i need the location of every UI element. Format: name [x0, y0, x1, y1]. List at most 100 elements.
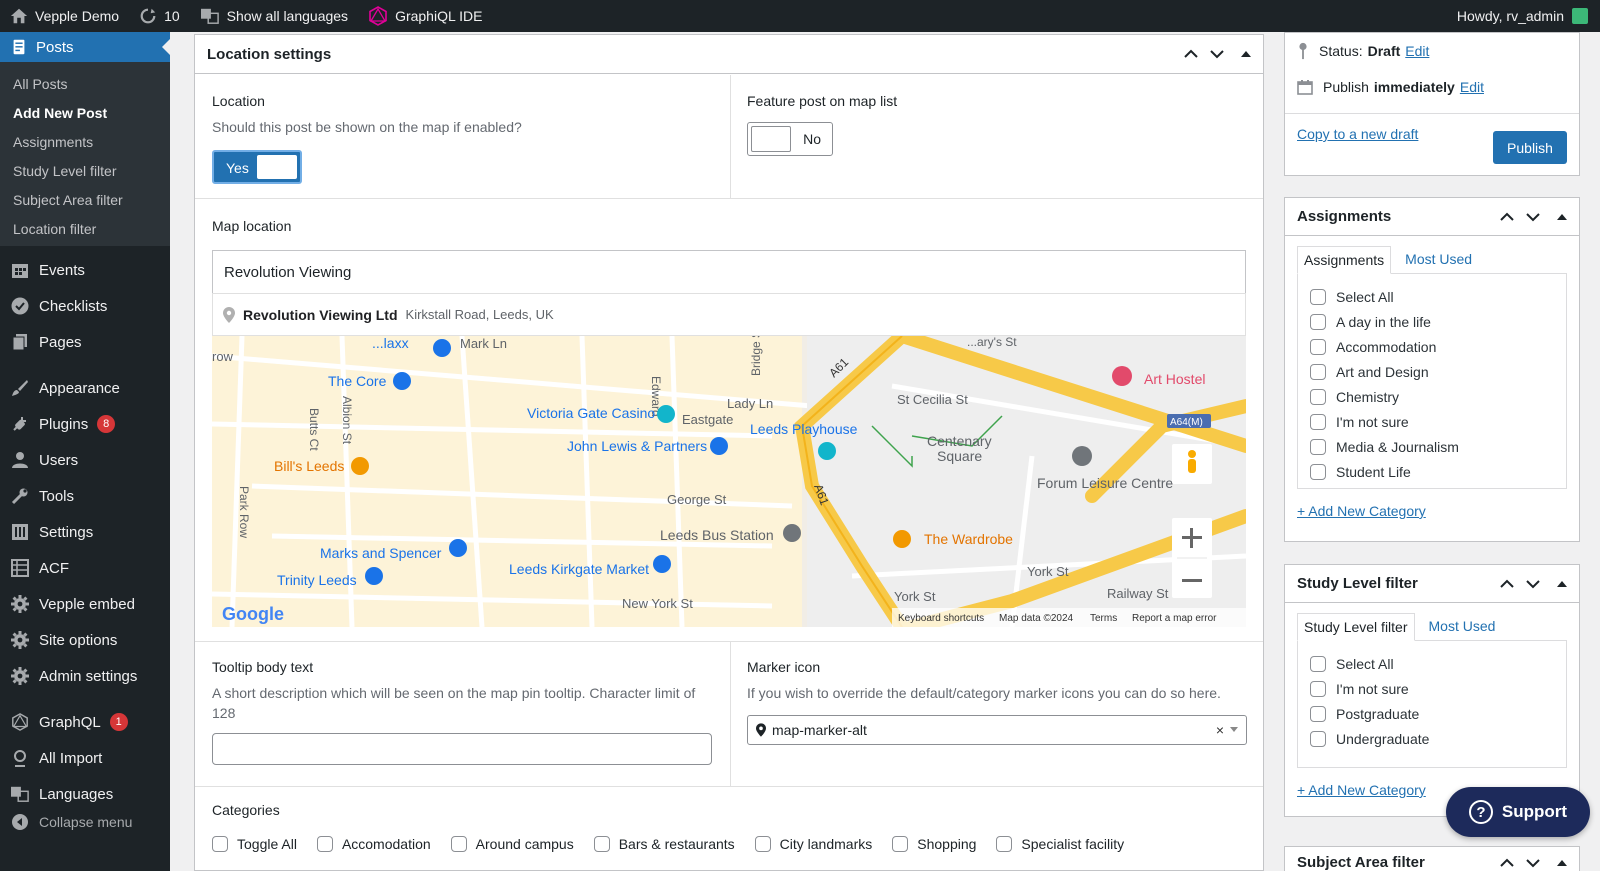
checkbox[interactable] — [450, 836, 467, 852]
category-checkbox-bars-restaurants[interactable]: Bars & restaurants — [593, 836, 735, 852]
sidebar-item-settings[interactable]: Settings — [0, 514, 170, 550]
sidebar-item-admin-settings[interactable]: Admin settings — [0, 658, 170, 694]
graphiql-ide-link[interactable]: GraphiQL IDE — [358, 0, 492, 32]
category-checkbox-accomodation[interactable]: Accomodation — [316, 836, 431, 852]
sidebar-item-posts[interactable]: Posts — [0, 32, 170, 62]
sidebar-item-users[interactable]: Users — [0, 442, 170, 478]
list-item[interactable]: Art and Design — [1310, 359, 1554, 384]
submenu-study-level-filter[interactable]: Study Level filter — [0, 157, 170, 186]
map-suggestion-item[interactable]: Revolution Viewing Ltd Kirkstall Road, L… — [212, 293, 1246, 336]
tab-study-level-most-used[interactable]: Most Used — [1415, 613, 1502, 641]
checkbox[interactable] — [1310, 288, 1326, 305]
list-item[interactable]: Select All — [1310, 284, 1554, 309]
sidebar-item-vepple-embed[interactable]: Vepple embed — [0, 586, 170, 622]
account-menu[interactable]: Howdy, rv_admin — [1457, 8, 1600, 24]
collapse-menu-button[interactable]: Collapse menu — [0, 804, 132, 840]
submenu-all-posts[interactable]: All Posts — [0, 70, 170, 99]
sidebar-item-plugins[interactable]: Plugins 8 — [0, 406, 170, 442]
chevron-up-icon[interactable] — [1499, 209, 1515, 225]
toggle-panel-icon[interactable] — [1241, 51, 1251, 57]
sidebar-item-events[interactable]: Events — [0, 252, 170, 288]
map-search-input[interactable]: Revolution Viewing — [212, 250, 1246, 293]
checkbox[interactable] — [1310, 705, 1326, 722]
sidebar-item-graphql[interactable]: GraphQL 1 — [0, 704, 170, 740]
site-name-link[interactable]: Vepple Demo — [0, 0, 129, 32]
sidebar-item-pages[interactable]: Pages — [0, 324, 170, 360]
checkbox[interactable] — [593, 836, 610, 852]
location-toggle[interactable]: Yes — [212, 150, 302, 184]
list-item[interactable]: Student Life — [1310, 459, 1554, 484]
marker-icon-select[interactable]: map-marker-alt × — [747, 715, 1247, 745]
sidebar-item-checklists[interactable]: Checklists — [0, 288, 170, 324]
clear-icon[interactable]: × — [1216, 722, 1224, 738]
chevron-up-icon[interactable] — [1499, 855, 1515, 871]
chevron-down-icon[interactable] — [1525, 855, 1541, 871]
category-checkbox-city-landmarks[interactable]: City landmarks — [754, 836, 872, 852]
checkbox[interactable] — [1310, 730, 1326, 747]
dropdown-arrow-icon[interactable] — [1230, 727, 1238, 736]
checkbox[interactable] — [1310, 438, 1326, 455]
sidebar-item-site-options[interactable]: Site options — [0, 622, 170, 658]
submenu-assignments[interactable]: Assignments — [0, 128, 170, 157]
tab-study-level-all[interactable]: Study Level filter — [1297, 613, 1415, 641]
sidebar-item-tools[interactable]: Tools — [0, 478, 170, 514]
chevron-up-icon[interactable] — [1183, 46, 1199, 62]
support-button[interactable]: ? Support — [1446, 787, 1590, 837]
tab-assignments-all[interactable]: Assignments — [1297, 246, 1392, 274]
list-item[interactable]: Undergraduate — [1310, 726, 1554, 751]
google-map[interactable]: Mark Ln Eastgate Lady Ln St Cecilia St G… — [212, 336, 1246, 627]
list-item[interactable]: I'm not sure — [1310, 409, 1554, 434]
toggle-panel-icon[interactable] — [1557, 580, 1567, 587]
checkbox[interactable] — [316, 836, 333, 852]
chevron-down-icon[interactable] — [1525, 576, 1541, 592]
list-item[interactable]: Chemistry — [1310, 384, 1554, 409]
category-checkbox-around-campus[interactable]: Around campus — [450, 836, 574, 852]
list-item[interactable]: Media & Journalism — [1310, 434, 1554, 459]
edit-status-link[interactable]: Edit — [1405, 43, 1429, 59]
add-new-category-link[interactable]: + Add New Category — [1297, 503, 1567, 519]
chevron-down-icon[interactable] — [1525, 209, 1541, 225]
list-item[interactable]: A day in the life — [1310, 309, 1554, 334]
edit-publish-link[interactable]: Edit — [1460, 79, 1484, 95]
tooltip-body-input[interactable] — [212, 733, 712, 765]
sidebar-item-all-import[interactable]: All Import — [0, 740, 170, 776]
checkbox[interactable] — [996, 836, 1013, 852]
map-keyboard-shortcuts[interactable]: Keyboard shortcuts — [898, 613, 984, 624]
list-item[interactable]: Select All — [1310, 651, 1554, 676]
checkbox[interactable] — [1310, 338, 1326, 355]
sidebar-item-acf[interactable]: ACF — [0, 550, 170, 586]
list-item[interactable]: I'm not sure — [1310, 676, 1554, 701]
category-checkbox-toggle-all[interactable]: Toggle All — [212, 836, 297, 852]
tab-assignments-most-used[interactable]: Most Used — [1391, 246, 1478, 274]
show-all-languages-link[interactable]: Show all languages — [190, 0, 358, 32]
checkbox[interactable] — [1310, 655, 1326, 672]
map-report-error-link[interactable]: Report a map error — [1132, 613, 1217, 624]
updates-link[interactable]: 10 — [129, 0, 190, 32]
publish-button[interactable]: Publish — [1493, 131, 1567, 164]
checkbox[interactable] — [1310, 680, 1326, 697]
submenu-subject-area-filter[interactable]: Subject Area filter — [0, 186, 170, 215]
category-checkbox-shopping[interactable]: Shopping — [892, 836, 976, 852]
checkbox[interactable] — [1310, 463, 1326, 480]
checkbox[interactable] — [1310, 363, 1326, 380]
list-item[interactable]: Postgraduate — [1310, 701, 1554, 726]
toggle-panel-icon[interactable] — [1557, 860, 1567, 866]
toggle-panel-icon[interactable] — [1557, 213, 1567, 220]
submenu-location-filter[interactable]: Location filter — [0, 215, 170, 244]
checkbox[interactable] — [1310, 388, 1326, 405]
submenu-add-new-post[interactable]: Add New Post — [0, 99, 170, 128]
checkbox[interactable] — [1310, 413, 1326, 430]
copy-to-new-draft-link[interactable]: Copy to a new draft — [1297, 113, 1418, 155]
category-checkbox-specialist-facility[interactable]: Specialist facility — [996, 836, 1124, 852]
map-place-the-core: The Core — [328, 373, 387, 389]
list-item[interactable]: Accommodation — [1310, 334, 1554, 359]
checkbox[interactable] — [212, 836, 228, 852]
chevron-down-icon[interactable] — [1209, 46, 1225, 62]
feature-post-toggle[interactable]: No — [747, 122, 833, 156]
checkbox[interactable] — [754, 836, 771, 852]
sidebar-item-appearance[interactable]: Appearance — [0, 370, 170, 406]
checkbox[interactable] — [1310, 313, 1326, 330]
map-terms-link[interactable]: Terms — [1090, 613, 1117, 624]
chevron-up-icon[interactable] — [1499, 576, 1515, 592]
checkbox[interactable] — [892, 836, 909, 852]
